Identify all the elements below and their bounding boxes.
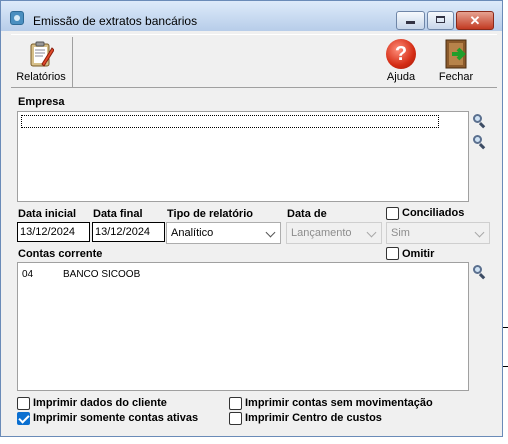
imprimir-dados-cliente-checkbox[interactable] [17,397,30,410]
data-inicial-field[interactable]: 13/12/2024 [17,222,90,242]
minimize-button[interactable] [396,11,425,30]
search-empresa-icon[interactable] [473,114,487,129]
contas-list[interactable]: 04 BANCO SICOOB [17,262,469,391]
search-contas-icon[interactable] [473,265,487,280]
imprimir-somente-ativas-label: Imprimir somente contas ativas [33,412,199,424]
conciliados-select: Sim [386,222,490,244]
conciliados-value: Sim [391,227,410,239]
exit-door-icon [445,39,467,69]
toolbar-separator [72,37,73,87]
app-icon [10,11,24,25]
omitir-checkbox[interactable] [386,247,399,260]
ajuda-button[interactable]: ? Ajuda [381,35,421,87]
data-de-value: Lançamento [291,227,352,239]
empresa-label: Empresa [18,96,65,108]
empresa-focus-row[interactable] [21,115,439,128]
main-window: Emissão de extratos bancários ✕ Relatóri… [0,0,503,437]
data-de-select: Lançamento [286,222,382,244]
data-final-field[interactable]: 13/12/2024 [92,222,165,242]
imprimir-sem-movimentacao-checkbox[interactable] [229,397,242,410]
imprimir-centro-custos-label: Imprimir Centro de custos [245,412,382,424]
conta-code: 04 [22,269,34,280]
tipo-relatorio-label: Tipo de relatório [167,208,253,220]
report-clipboard-icon [30,41,54,67]
conta-name: BANCO SICOOB [63,269,141,280]
tipo-relatorio-select[interactable]: Analítico [166,222,281,244]
data-inicial-label: Data inicial [18,208,77,220]
toolbar [11,34,497,88]
background-line [503,366,508,367]
close-icon: ✕ [469,13,481,28]
maximize-button[interactable] [427,11,454,30]
help-icon: ? [386,39,416,69]
window-title: Emissão de extratos bancários [33,14,198,28]
omitir-label: Omitir [402,248,435,260]
empresa-list[interactable] [17,111,469,202]
imprimir-somente-ativas-checkbox[interactable] [17,412,30,425]
close-button[interactable]: ✕ [456,11,494,30]
relatorios-label: Relatórios [16,71,66,83]
contas-corrente-label: Contas corrente [18,248,103,260]
ajuda-label: Ajuda [386,71,416,83]
search-empresa-detail-icon[interactable] [473,135,487,150]
data-final-label: Data final [93,208,143,220]
conciliados-label: Conciliados [402,207,465,219]
data-de-label: Data de [287,208,327,220]
fechar-button[interactable]: Fechar [431,35,481,87]
chevron-down-icon [265,227,276,238]
imprimir-sem-movimentacao-label: Imprimir contas sem movimentação [245,397,433,409]
chevron-down-icon [474,227,485,238]
title-bar[interactable]: Emissão de extratos bancários ✕ [1,1,502,31]
relatorios-button[interactable]: Relatórios [13,35,69,87]
maximize-icon [436,16,445,23]
minimize-icon [406,21,415,24]
conciliados-checkbox[interactable] [386,207,399,220]
tipo-relatorio-value: Analítico [171,227,214,239]
background-line [503,327,508,328]
imprimir-dados-cliente-label: Imprimir dados do cliente [33,397,167,409]
chevron-down-icon [366,227,377,238]
imprimir-centro-custos-checkbox[interactable] [229,412,242,425]
fechar-label: Fechar [438,71,474,83]
